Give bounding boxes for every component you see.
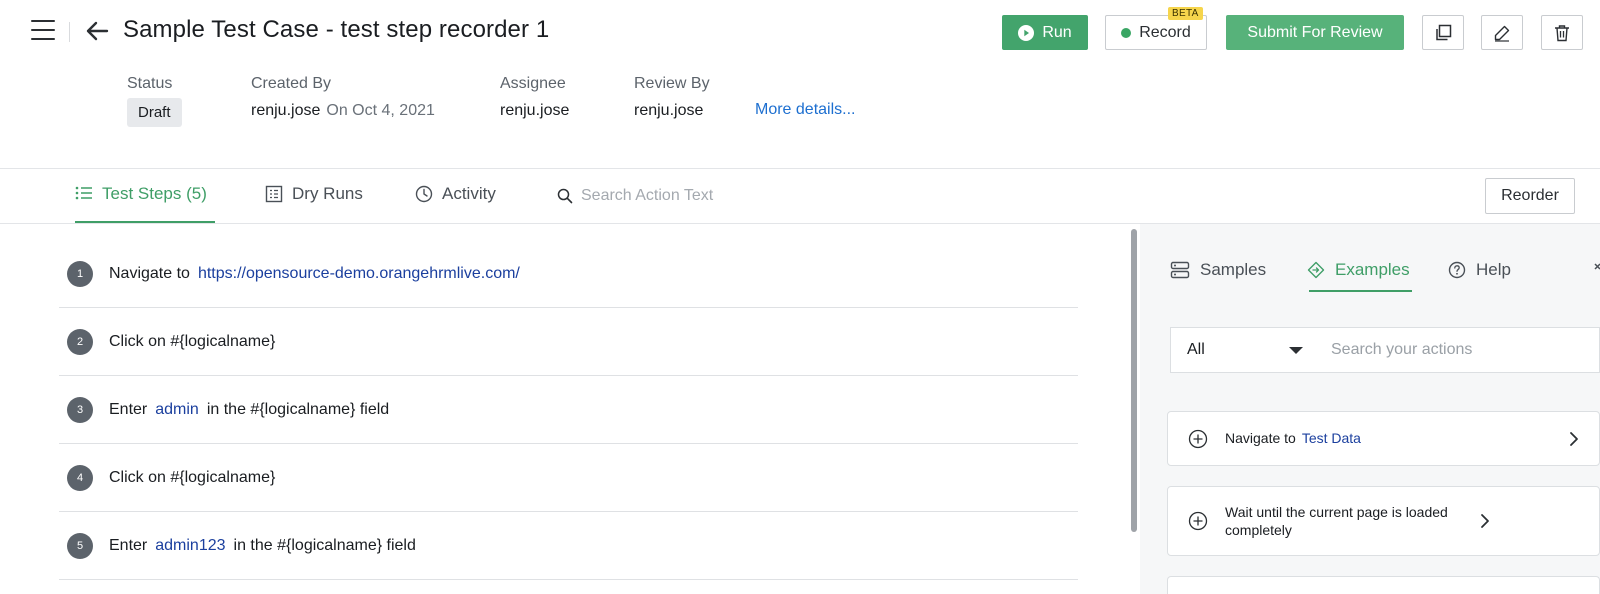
status-field: Status Draft [127, 75, 182, 127]
divider [0, 168, 1600, 169]
step-action-text: Enter [109, 400, 148, 418]
chevron-right-icon[interactable] [1480, 513, 1490, 529]
tab-help-label: Help [1476, 260, 1511, 279]
trash-icon [1555, 24, 1569, 41]
play-icon [1018, 24, 1035, 41]
step-test-data[interactable]: admin123 [155, 537, 225, 555]
record-button[interactable]: Record [1105, 15, 1207, 50]
page-title: Sample Test Case - test step recorder 1 [123, 16, 550, 43]
step-number: 3 [67, 396, 93, 423]
beta-badge: BETA [1168, 7, 1203, 20]
test-step[interactable]: 5 Enter admin123 in the #{logicalname} f… [59, 512, 1078, 580]
clock-icon [415, 185, 433, 203]
steps-scrollbar[interactable] [1131, 229, 1137, 532]
category-select[interactable]: All [1171, 328, 1321, 372]
more-details-link[interactable]: More details... [755, 101, 855, 119]
plus-circle-icon[interactable] [1188, 429, 1208, 449]
step-action-text: Enter [109, 536, 148, 554]
chevron-right-icon[interactable] [1569, 431, 1579, 447]
example-action-card[interactable]: Navigate to Test Data [1167, 411, 1600, 466]
assignee-field: Assignee renju.jose [500, 75, 569, 120]
tab-dry-runs[interactable]: Dry Runs [265, 184, 363, 224]
test-step[interactable]: 1 Navigate to https://opensource-demo.or… [59, 241, 1078, 308]
tab-examples-label: Examples [1335, 260, 1410, 279]
active-tab-indicator [1309, 290, 1412, 292]
samples-icon [1170, 261, 1190, 279]
tab-dry-runs-label: Dry Runs [292, 184, 363, 203]
tab-test-steps-label: Test Steps (5) [102, 184, 207, 203]
header-divider [69, 22, 70, 42]
step-number: 2 [67, 328, 93, 355]
example-action-text: Navigate to [1225, 430, 1296, 447]
status-label: Status [127, 75, 173, 92]
created-by-value: renju.jose [251, 102, 321, 119]
edit-button[interactable] [1481, 15, 1523, 50]
search-action-input[interactable] [581, 187, 781, 205]
step-action-text: Click on #{logicalname} [109, 468, 276, 486]
hamburger-icon[interactable] [31, 20, 55, 40]
review-by-field: Review By renju.jose [634, 75, 710, 120]
pencil-icon [1494, 25, 1510, 42]
record-dot-icon [1121, 27, 1132, 38]
review-by-value: renju.jose [634, 102, 704, 119]
example-test-data: Test Data [1301, 430, 1361, 447]
example-action-text: Wait until the current page is loaded co… [1225, 503, 1448, 538]
tab-samples-label: Samples [1200, 260, 1267, 279]
step-action-text: in the #{logicalname} field [206, 400, 390, 418]
search-action-text [557, 187, 781, 205]
test-step[interactable]: 4 Click on #{logicalname} [59, 444, 1078, 512]
review-by-label: Review By [634, 75, 710, 92]
copy-icon [1436, 24, 1452, 40]
step-number: 5 [67, 532, 93, 559]
run-button[interactable]: Run [1002, 15, 1088, 50]
tab-test-steps[interactable]: Test Steps (5) [75, 184, 215, 224]
run-label: Run [1042, 23, 1072, 41]
plus-circle-icon[interactable] [1188, 511, 1208, 531]
delete-button[interactable] [1541, 15, 1583, 50]
created-on-date: On Oct 4, 2021 [326, 102, 435, 119]
status-badge: Draft [127, 98, 182, 127]
step-action-text: Click on #{logicalname} [109, 332, 276, 350]
example-action-card[interactable]: Wait until the current page is loaded co… [1167, 486, 1600, 556]
test-step[interactable]: 2 Click on #{logicalname} [59, 308, 1078, 376]
back-arrow-icon[interactable] [84, 18, 110, 44]
record-label: Record [1139, 23, 1191, 41]
tab-samples[interactable]: Samples [1170, 256, 1266, 284]
copy-button[interactable] [1422, 15, 1464, 50]
search-actions-input[interactable] [1321, 341, 1581, 359]
step-number: 1 [67, 261, 93, 287]
tab-activity-label: Activity [442, 184, 496, 203]
test-steps-list: 1 Navigate to https://opensource-demo.or… [59, 241, 1078, 580]
help-icon [1448, 261, 1466, 279]
created-by-label: Created By [251, 75, 332, 92]
step-action-text: in the #{logicalname} field [233, 536, 416, 554]
test-step[interactable]: 3 Enter admin in the #{logicalname} fiel… [59, 376, 1078, 444]
examples-icon [1307, 261, 1325, 279]
tab-activity[interactable]: Activity [415, 184, 496, 224]
reorder-button[interactable]: Reorder [1485, 178, 1575, 214]
step-test-data[interactable]: admin [155, 401, 199, 419]
assignee-value: renju.jose [500, 102, 570, 119]
tab-examples[interactable]: Examples [1307, 256, 1410, 284]
dry-runs-icon [265, 185, 283, 203]
example-action-card[interactable] [1167, 576, 1600, 594]
step-test-data[interactable]: https://opensource-demo.orangehrmlive.co… [198, 265, 520, 283]
category-select-value: All [1187, 341, 1205, 358]
chevron-down-icon [1289, 346, 1303, 354]
step-number: 4 [67, 464, 93, 491]
created-by-field: Created By renju.jose On Oct 4, 2021 [251, 75, 435, 120]
step-action-text: Navigate to [109, 265, 190, 282]
assignee-label: Assignee [500, 75, 566, 92]
close-icon[interactable] [1594, 260, 1600, 276]
search-icon [557, 188, 573, 204]
action-filter: All [1170, 327, 1600, 373]
list-icon [75, 186, 92, 200]
tab-help[interactable]: Help [1448, 256, 1511, 284]
submit-for-review-button[interactable]: Submit For Review [1226, 15, 1404, 50]
actions-side-panel: Samples Examples Help All Navigate to Tes… [1140, 224, 1600, 594]
